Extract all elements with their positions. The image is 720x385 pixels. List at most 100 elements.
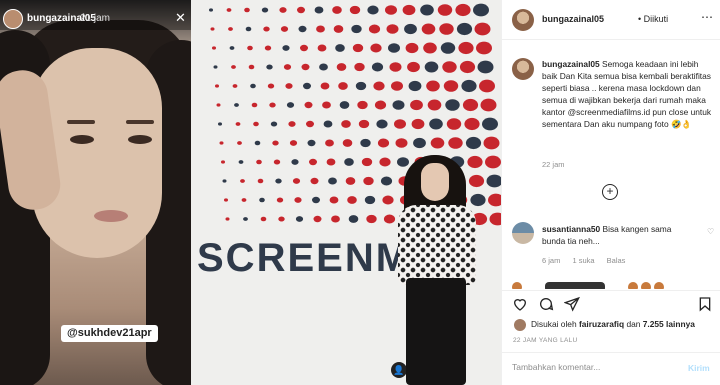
comment-time: 6 jam <box>542 256 561 265</box>
wall-dot <box>209 8 213 12</box>
wall-dot <box>489 212 501 226</box>
wall-dot <box>421 23 436 35</box>
wall-dot <box>316 25 325 33</box>
wall-dot <box>226 8 232 12</box>
more-icon[interactable]: ⋯ <box>701 10 713 24</box>
story-avatar[interactable] <box>3 9 23 29</box>
wall-dot <box>468 174 485 188</box>
story-view[interactable]: bungazainal05 21 jam ✕ @sukhdev21apr <box>0 0 191 385</box>
load-more-comments-button[interactable]: + <box>602 184 618 200</box>
reply-button[interactable]: Balas <box>607 256 626 265</box>
wall-dot <box>485 155 501 169</box>
wall-dot <box>458 41 474 55</box>
wall-dot <box>443 80 459 92</box>
heart-icon[interactable]: ♡ <box>707 227 714 236</box>
wall-dot <box>213 65 218 69</box>
wall-dot <box>272 140 279 146</box>
wall-dot <box>395 138 408 148</box>
share-icon[interactable] <box>563 296 580 312</box>
post-header: bungazainal05 • Diikuti ⋯ <box>502 0 720 40</box>
wall-dot <box>476 41 492 55</box>
heart-icon[interactable] <box>512 296 528 312</box>
wall-dot <box>225 217 230 221</box>
caption-avatar[interactable] <box>512 58 534 80</box>
story-image-eye <box>70 135 94 144</box>
wall-dot <box>413 137 426 149</box>
caption-time: 22 jam <box>542 160 565 169</box>
wall-dot <box>486 174 501 188</box>
avatar[interactable] <box>512 9 534 31</box>
photo-person-pants <box>406 278 466 385</box>
comment-avatar[interactable] <box>512 222 534 244</box>
wall-dot <box>267 83 275 89</box>
wall-dot <box>348 215 359 223</box>
wall-dot <box>405 42 419 54</box>
post-panel: bungazainal05 • Diikuti ⋯ bungazainal05 … <box>501 0 720 385</box>
wall-dot <box>445 99 460 111</box>
wall-dot <box>448 137 463 149</box>
comment-username[interactable]: susantianna50 <box>542 224 600 234</box>
comment-composer: Kirim <box>502 352 720 385</box>
user-tag-icon[interactable]: 👤 <box>391 362 407 378</box>
wall-dot <box>243 217 248 221</box>
action-bar <box>502 290 720 314</box>
wall-dot <box>388 43 400 53</box>
wall-dot <box>312 196 320 204</box>
wall-dot <box>332 6 342 14</box>
wall-dot <box>263 26 270 32</box>
wall-dot <box>221 160 225 164</box>
wall-dot <box>212 46 216 50</box>
caption-text: Semoga keadaan ini lebih baik Dan Kita s… <box>542 59 712 129</box>
wall-dot <box>309 158 317 166</box>
close-icon[interactable]: ✕ <box>175 10 186 26</box>
wall-dot <box>279 7 287 13</box>
follow-status[interactable]: • Diikuti <box>638 14 668 24</box>
wall-dot <box>326 158 336 166</box>
wall-dot <box>222 179 227 183</box>
comment-likes[interactable]: 1 suka <box>572 256 594 265</box>
wall-dot <box>248 64 255 70</box>
bookmark-icon[interactable] <box>697 296 713 312</box>
wall-dot <box>304 101 313 109</box>
story-image-brow <box>67 120 95 124</box>
wall-dot <box>298 25 307 33</box>
comment-meta: 6 jam 1 suka Balas <box>542 256 635 265</box>
wall-dot <box>386 24 399 34</box>
photo-person-blouse <box>398 205 476 285</box>
wall-dot <box>247 45 253 51</box>
wall-dot <box>253 121 259 127</box>
wall-dot <box>313 215 322 223</box>
wall-dot <box>430 137 445 149</box>
comment-icon[interactable] <box>538 296 554 312</box>
wall-dot <box>383 214 396 224</box>
likes-avatar[interactable] <box>514 319 526 331</box>
comment-input[interactable] <box>512 362 672 372</box>
post-comment-button[interactable]: Kirim <box>688 363 710 373</box>
caption-username[interactable]: bungazainal05 <box>542 59 600 69</box>
wall-dot <box>364 195 376 205</box>
wall-dot <box>261 7 269 13</box>
post-timestamp[interactable]: 22 JAM YANG LALU <box>513 337 578 344</box>
wall-dot <box>442 61 457 73</box>
wall-dot <box>488 193 501 207</box>
wall-dot <box>461 79 477 93</box>
wall-dot <box>358 119 370 129</box>
wall-dot <box>245 26 252 32</box>
wall-dot <box>325 139 334 147</box>
post-username[interactable]: bungazainal05 <box>542 14 604 24</box>
likes-count[interactable]: 7.255 lainnya <box>643 319 695 329</box>
wall-dot <box>291 159 299 165</box>
wall-dot <box>229 46 235 50</box>
liker-username[interactable]: fairuzarafiq <box>579 319 624 329</box>
story-mention-sticker[interactable]: @sukhdev21apr <box>61 325 158 342</box>
wall-dot <box>241 198 247 202</box>
wall-dot <box>477 60 494 74</box>
wall-dot <box>292 178 301 184</box>
wall-dot <box>339 101 350 109</box>
wall-dot <box>407 61 420 73</box>
wall-dot <box>285 83 293 89</box>
wall-dot <box>232 84 238 88</box>
wall-dot <box>355 81 367 91</box>
wall-dot <box>215 84 219 88</box>
wall-dot <box>429 118 443 130</box>
